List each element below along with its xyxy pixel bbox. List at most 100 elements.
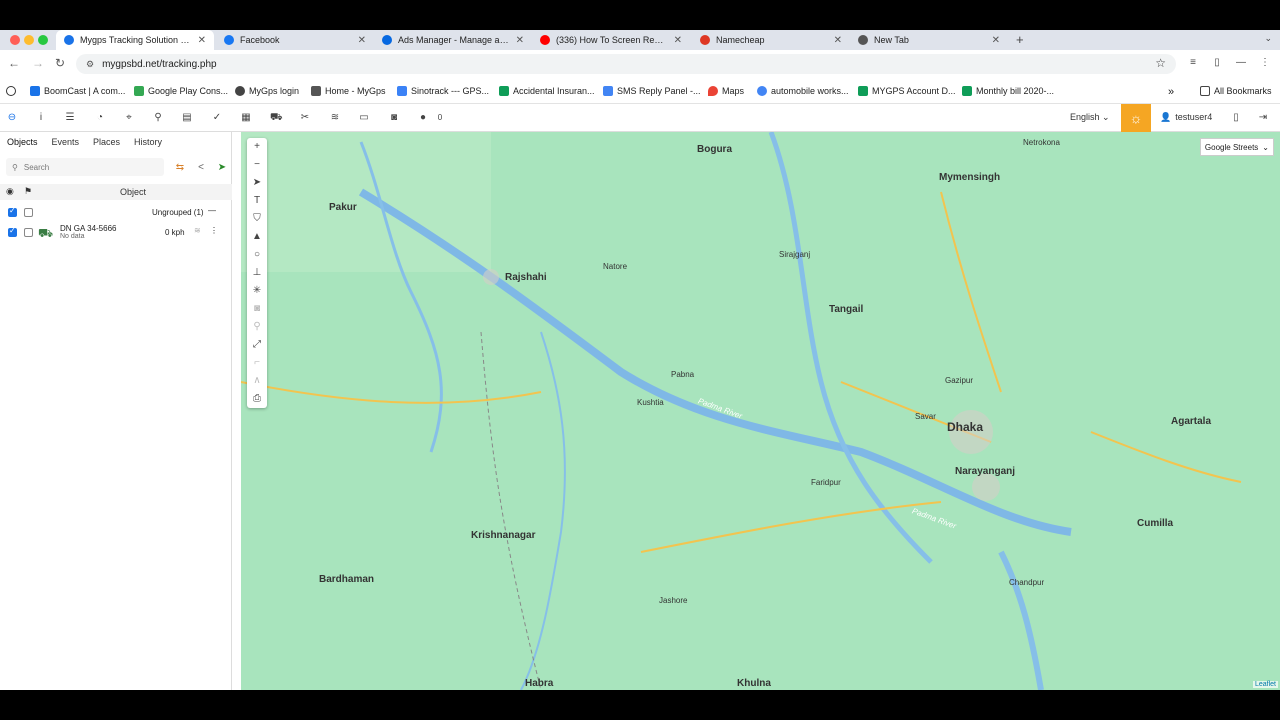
browser-tab[interactable]: (336) How To Screen Record ✕ [532,30,690,50]
browser-tab[interactable]: New Tab ✕ [850,30,1008,50]
map-label-jashore: Jashore [659,596,688,605]
objects-icon[interactable]: ⊖ [6,112,18,124]
object-menu-icon[interactable]: ⋮ [210,226,218,235]
object-name: DN GA 34-5666 [60,224,117,233]
object-row[interactable]: ⛟ DN GA 34-5666 No data 0 kph ≋ ⋮ [0,222,232,244]
route-icon[interactable]: ⌐ [247,354,267,372]
traffic-icon[interactable]: ▲ [247,228,267,246]
tasks-icon[interactable]: ✓ [211,112,223,124]
all-bookmarks-button[interactable]: All Bookmarks [1200,86,1272,96]
tab-places[interactable]: Places [86,132,127,154]
tab-events[interactable]: Events [45,132,87,154]
bookmark-item[interactable]: MyGps login [235,86,299,96]
navigate-arrow-icon[interactable]: ➤ [247,174,267,192]
chat-icon[interactable]: ● [417,112,429,124]
maximize-window-icon[interactable] [38,35,48,45]
tools-icon[interactable]: ✂ [299,112,311,124]
bookmark-item[interactable]: Sinotrack --- GPS... [397,86,489,96]
text-tool-icon[interactable]: T [247,192,267,210]
database-icon[interactable]: ≋ [329,112,341,124]
reports-icon[interactable]: ▤ [181,112,193,124]
language-select[interactable]: English ⌄ [1070,112,1110,123]
minimize-window-icon[interactable] [24,35,34,45]
side-panel-icon[interactable]: ▯ [1211,57,1223,69]
bookmark-item[interactable]: automobile works... [757,86,849,96]
close-tab-icon[interactable]: ✕ [992,35,1000,46]
search-icon[interactable]: ⚲ [152,112,164,124]
bookmark-item[interactable]: Accidental Insuran... [499,86,595,96]
info-icon[interactable]: i [35,112,47,124]
bookmark-item[interactable]: Google Play Cons... [134,86,228,96]
circle-tool-icon[interactable]: ○ [247,246,267,264]
print-icon[interactable]: ⎙ [247,390,267,408]
object-follow-checkbox[interactable] [24,228,33,237]
close-tab-icon[interactable]: ✕ [358,35,366,46]
bookmark-item[interactable]: BoomCast | A com... [30,86,125,96]
object-status: No data [60,233,85,240]
media-controls-icon[interactable]: ≡ [1187,57,1199,69]
object-search[interactable]: ⚲ Search [6,158,164,176]
bookmark-item[interactable]: SMS Reply Panel -... [603,86,701,96]
send-icon[interactable]: ➤ [216,162,228,174]
logout-icon[interactable]: ⇥ [1257,112,1269,124]
location-pin-icon[interactable]: ⌖ [123,112,135,124]
map-icon[interactable]: ▦ [240,112,252,124]
reload-icon[interactable]: ↻ [55,56,65,70]
bookmark-item[interactable]: Home - MyGps [311,86,386,96]
crosshair-icon[interactable]: ✳ [247,282,267,300]
group-follow-checkbox[interactable] [24,208,33,217]
browser-menu-icon[interactable]: ⋮ [1259,57,1271,69]
object-visible-checkbox[interactable] [8,226,17,237]
marker-icon[interactable]: ⚲ [247,318,267,336]
zoom-out-icon[interactable]: − [247,156,267,174]
close-tab-icon[interactable]: ✕ [198,35,206,46]
address-bar[interactable]: ⚙ mygpsbd.net/tracking.php ☆ [76,54,1176,74]
back-icon[interactable]: ← [8,56,20,70]
visibility-eye-icon[interactable]: ◉ [6,186,14,197]
camera-icon[interactable]: ◙ [247,300,267,318]
group-collapse-icon[interactable]: — [208,206,216,215]
map-layer-select[interactable]: Google Streets ⌄ [1199,138,1274,156]
follow-icon[interactable]: ⚑ [24,186,32,197]
browser-tab[interactable]: Ads Manager - Manage ads - ✕ [374,30,532,50]
more-bookmarks-icon[interactable]: » [1168,86,1174,98]
tab-objects[interactable]: Objects [0,132,45,154]
browser-tab[interactable]: Mygps Tracking Solution 4.0 ✕ [56,30,214,50]
search-input[interactable]: Search [24,163,49,172]
group-visible-checkbox[interactable] [8,206,17,217]
settings-sliders-icon[interactable]: ☰ [64,112,76,124]
browser-tab[interactable]: Facebook ✕ [216,30,374,50]
close-tab-icon[interactable]: ✕ [834,35,842,46]
leaflet-attribution-link[interactable]: Leaflet [1252,681,1278,688]
app-launcher-icon[interactable] [6,86,16,96]
bookmark-item[interactable]: Monthly bill 2020-... [962,86,1054,96]
refresh-icon[interactable]: ⇆ [174,162,186,174]
ruler-icon[interactable]: ⊥ [247,264,267,282]
bookmark-star-icon[interactable]: ☆ [1155,56,1166,70]
camera-icon[interactable]: ◙ [388,112,400,124]
map-view[interactable]: Bogura Mymensingh Rajshahi Tangail Dhaka… [241,132,1280,690]
share-icon[interactable]: < [195,162,207,174]
close-tab-icon[interactable]: ✕ [674,35,682,46]
new-tab-icon[interactable]: + [1016,32,1024,47]
bookmark-item[interactable]: MYGPS Account D... [858,86,956,96]
forward-icon[interactable]: → [32,56,44,70]
close-tab-icon[interactable]: ✕ [516,35,524,46]
calendar-icon[interactable]: ▭ [358,112,370,124]
shield-icon[interactable]: ⛉ [247,210,267,228]
tab-search-chevron-icon[interactable]: ⌄ [1264,33,1272,44]
site-settings-icon[interactable]: ⚙ [86,59,94,70]
close-window-icon[interactable] [10,35,20,45]
browser-tab[interactable]: Namecheap ✕ [692,30,850,50]
vehicle-icon[interactable]: ⛟ [270,112,283,124]
bookmark-item[interactable]: Maps [708,86,744,96]
user-menu[interactable]: 👤 testuser4 [1160,112,1212,123]
fullscreen-icon[interactable]: ⤢ [247,336,267,354]
zoom-in-icon[interactable]: + [247,138,267,156]
angle-icon[interactable]: ∧ [247,372,267,390]
profile-icon[interactable]: — [1235,57,1247,69]
mobile-icon[interactable]: ▯ [1230,112,1242,124]
speedometer-icon[interactable]: ◔ [94,112,106,124]
tab-history[interactable]: History [127,132,169,154]
sun-settings-icon[interactable]: ☼ [1121,104,1151,132]
